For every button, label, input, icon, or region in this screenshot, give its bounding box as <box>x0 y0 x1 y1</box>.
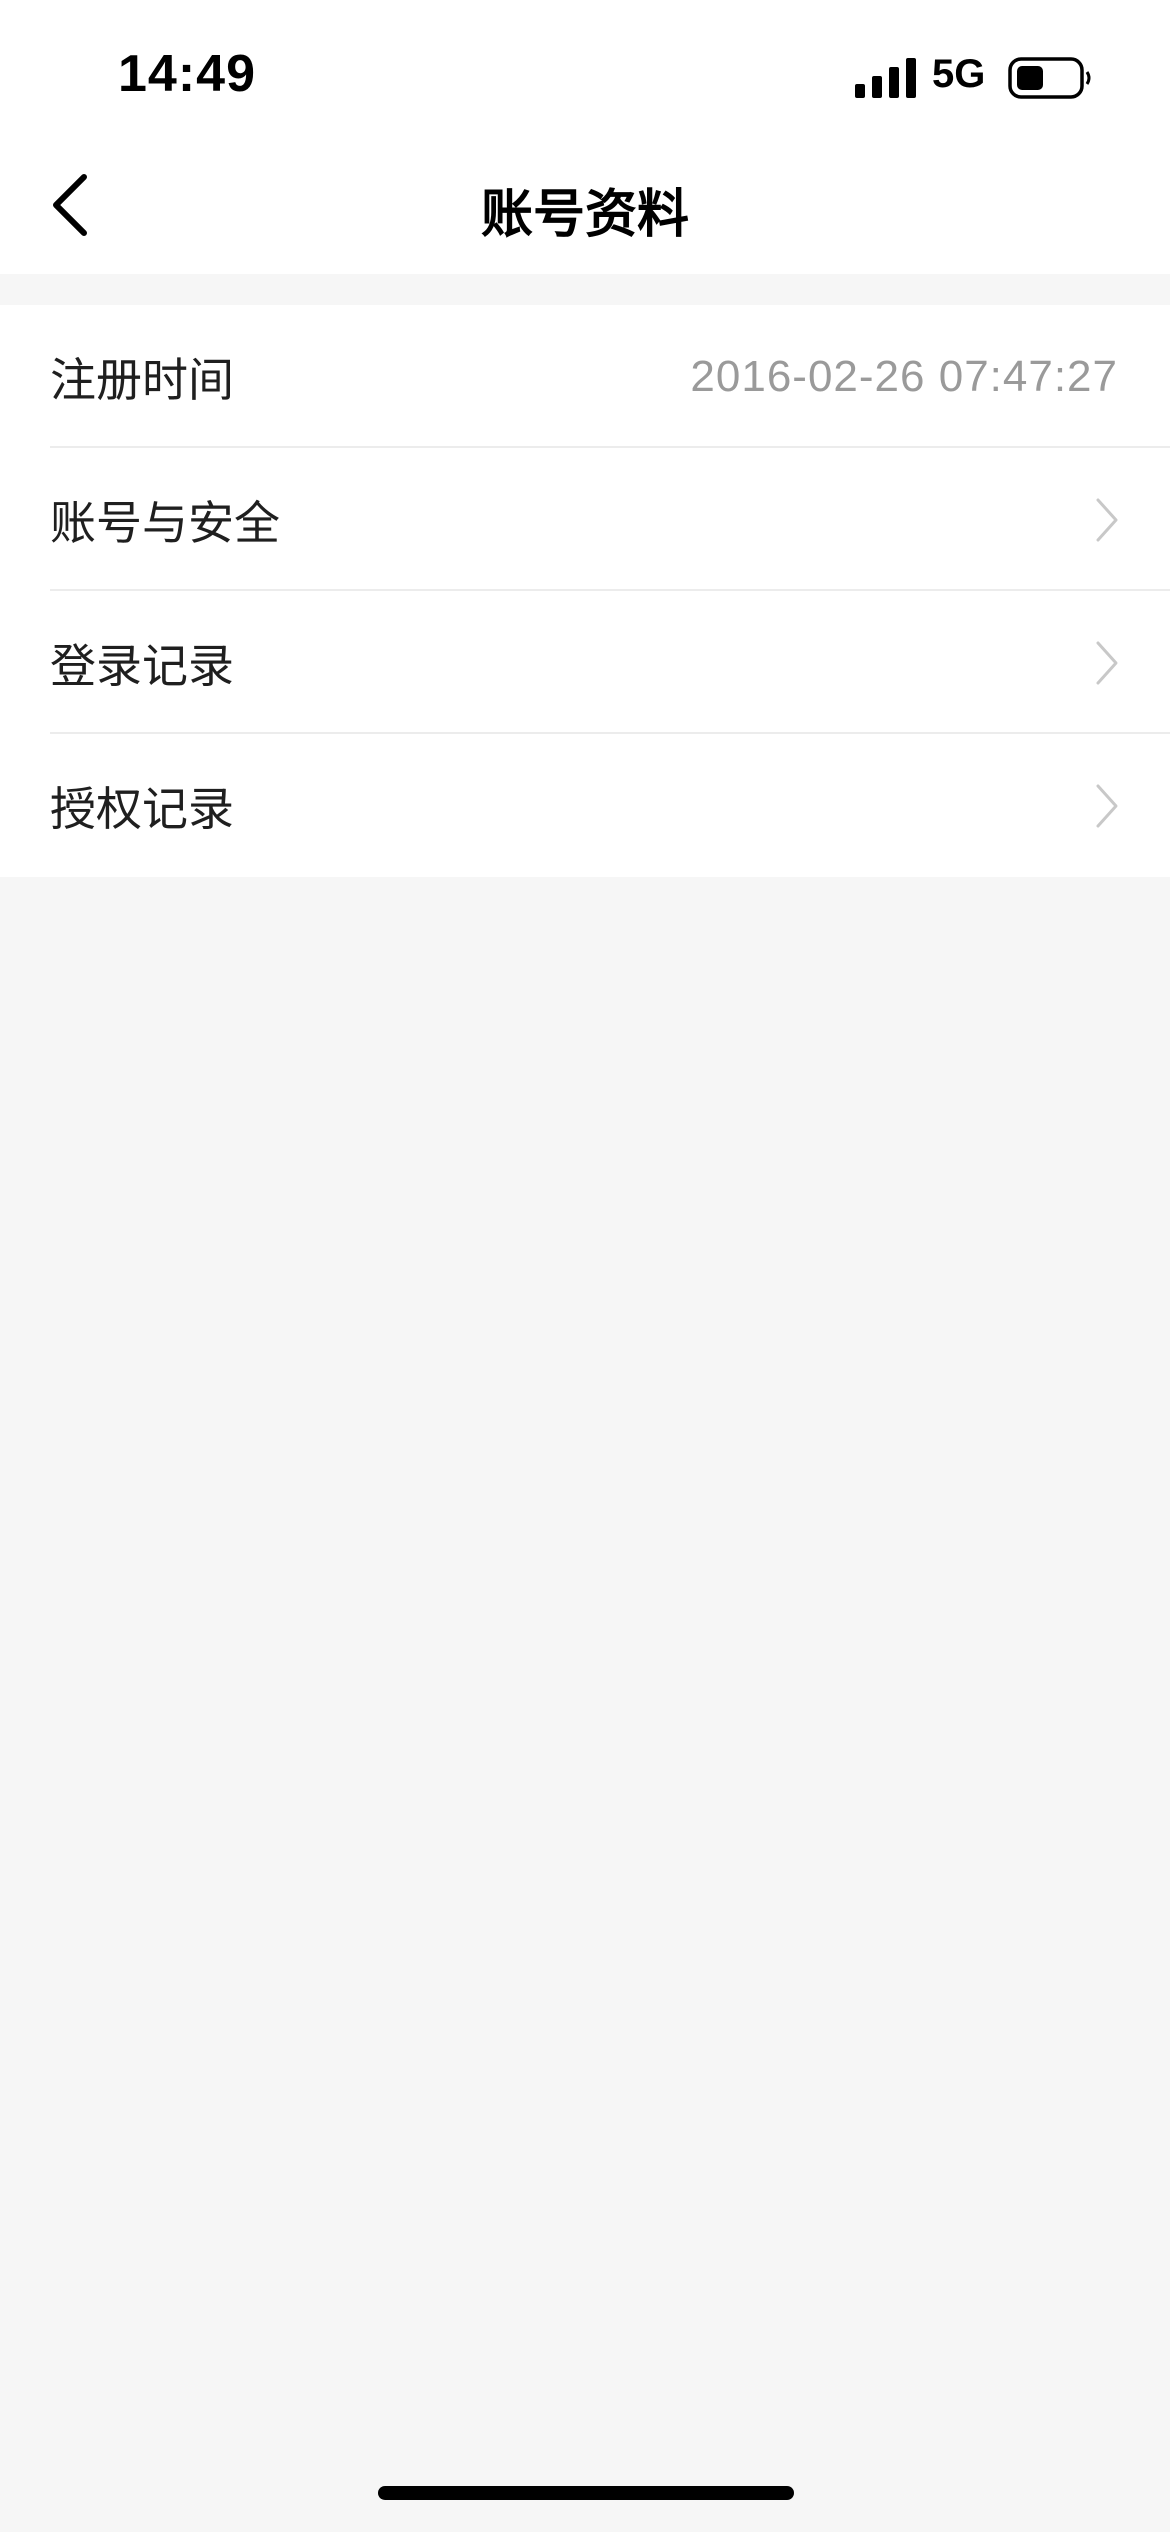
status-time: 14:49 <box>118 45 256 103</box>
cellular-signal-icon <box>855 58 916 98</box>
chevron-right-icon <box>1096 784 1118 827</box>
network-type: 5G <box>932 52 986 96</box>
row-authorization-records[interactable]: 授权记录 <box>0 734 1170 877</box>
status-bar: 14:49 5G <box>0 0 1170 140</box>
row-label: 授权记录 <box>50 781 234 836</box>
row-label: 账号与安全 <box>50 495 280 550</box>
registration-time-value: 2016-02-26 07:47:27 <box>690 351 1118 401</box>
row-account-security[interactable]: 账号与安全 <box>0 448 1170 591</box>
chevron-right-icon <box>1096 641 1118 684</box>
battery-icon <box>1008 57 1091 99</box>
row-registration-time: 注册时间 2016-02-26 07:47:27 <box>0 305 1170 448</box>
row-label: 注册时间 <box>50 352 234 407</box>
account-info-list: 注册时间 2016-02-26 07:47:27 账号与安全 登录记录 授权记录 <box>0 305 1170 877</box>
row-login-records[interactable]: 登录记录 <box>0 591 1170 734</box>
chevron-right-icon <box>1096 498 1118 541</box>
row-label: 登录记录 <box>50 638 234 693</box>
nav-bar: 账号资料 <box>0 140 1170 274</box>
home-indicator[interactable] <box>378 2486 794 2500</box>
screen: 14:49 5G 账号资料 注册时间 2016-02-26 07:47:27 账… <box>0 0 1170 2532</box>
page-title: 账号资料 <box>480 185 689 245</box>
